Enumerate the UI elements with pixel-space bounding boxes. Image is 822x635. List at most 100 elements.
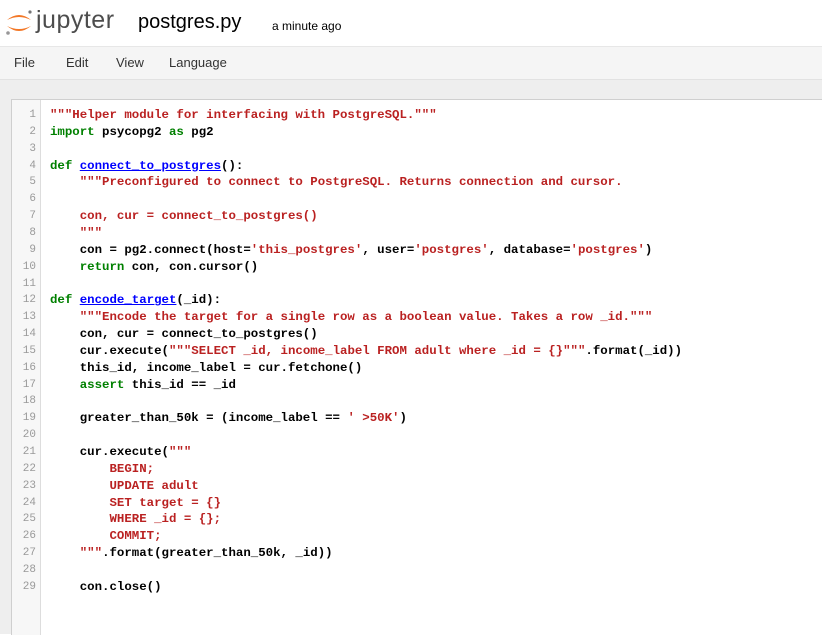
- line-number: 29: [22, 580, 36, 593]
- line-number: 21: [22, 446, 36, 458]
- code-line[interactable]: 22 BEGIN;: [12, 461, 822, 477]
- code-token: UPDATE adult: [50, 478, 199, 493]
- code-text: con, cur = connect_to_postgres(): [50, 326, 318, 342]
- code-text: this_id, income_label = cur.fetchone(): [50, 360, 363, 376]
- code-line[interactable]: 19 greater_than_50k = (income_label == '…: [12, 410, 822, 426]
- menu-language[interactable]: Language: [169, 55, 227, 70]
- line-number: 4: [29, 159, 36, 172]
- code-line[interactable]: 6: [12, 191, 822, 207]
- code-editor[interactable]: 1 """Helper module for interfacing with P…: [11, 99, 822, 635]
- line-number: 28: [22, 563, 36, 576]
- code-token: con, cur = connect_to_postgres(): [50, 209, 318, 224]
- code-token: greater_than_50k = (income_label ==: [50, 411, 348, 426]
- code-line[interactable]: 26 COMMIT;: [12, 528, 822, 544]
- code-line[interactable]: 29 con.close(): [12, 579, 822, 595]
- line-number: 17: [22, 378, 36, 391]
- code-text: """: [50, 225, 102, 241]
- code-text: con = pg2.connect(host='this_postgres' , …: [50, 242, 653, 258]
- code-token: this_id, income_label = cur.fetchone(): [50, 360, 363, 375]
- line-number: 16: [22, 361, 36, 374]
- code-line[interactable]: 7 con, cur = connect_to_postgres(): [12, 208, 822, 224]
- code-token: def: [50, 158, 73, 173]
- code-text: def encode_target(_id):: [50, 292, 221, 308]
- code-token: cur.execute(: [50, 445, 169, 459]
- code-line[interactable]: 5 """Preconfigured to connect to Postgre…: [12, 174, 822, 190]
- code-line[interactable]: 14 con, cur = connect_to_postgres(): [12, 326, 822, 342]
- code-line[interactable]: 4 def connect_to_postgres():: [12, 158, 822, 174]
- code-token: import: [50, 124, 95, 139]
- code-line[interactable]: 16 this_id, income_label = cur.fetchone(…: [12, 360, 822, 376]
- menu-edit[interactable]: Edit: [66, 55, 88, 70]
- code-token: assert: [79, 377, 125, 392]
- code-line[interactable]: 1 """Helper module for interfacing with P…: [12, 107, 822, 123]
- code-token: (_id):: [176, 293, 222, 308]
- code-token: """Encode the target for a single row as…: [79, 310, 653, 325]
- code-token: as: [168, 124, 184, 139]
- header: jupyter postgres.py a minute ago: [0, 0, 822, 44]
- code-text: cur.execute(""": [50, 444, 192, 460]
- code-line[interactable]: 20: [12, 427, 822, 443]
- code-line[interactable]: 10 return con, con.cursor(): [12, 259, 822, 275]
- line-number: 3: [29, 142, 36, 155]
- code-line[interactable]: 2 import psycopg2 as pg2: [12, 124, 822, 140]
- document-title[interactable]: postgres.py: [138, 11, 241, 34]
- code-token: cur.execute(: [50, 343, 169, 358]
- code-text: con.close(): [50, 579, 162, 595]
- logo-text[interactable]: jupyter: [36, 6, 115, 35]
- code-line[interactable]: 17 assert this_id == _id: [12, 377, 822, 393]
- code-line[interactable]: 11: [12, 276, 822, 292]
- code-token: ): [644, 242, 653, 257]
- menu-bar: File Edit View Language: [0, 46, 822, 80]
- menu-file[interactable]: File: [14, 55, 35, 70]
- code-line[interactable]: 28: [12, 562, 822, 578]
- code-token: 'this_postgres': [250, 242, 363, 257]
- code-text: """Helper module for interfacing with Po…: [50, 107, 437, 123]
- code-line[interactable]: 25 WHERE _id = {};: [12, 511, 822, 527]
- code-token: , database=: [488, 242, 571, 257]
- line-number: 12: [22, 294, 36, 307]
- code-line[interactable]: 8 """: [12, 225, 822, 241]
- code-token: connect_to_postgres: [79, 158, 222, 173]
- code-token: con = pg2.connect(host=: [50, 242, 251, 257]
- line-number: 11: [22, 277, 36, 290]
- line-number: 1: [29, 109, 36, 121]
- line-number: 18: [22, 395, 36, 408]
- code-line[interactable]: 18: [12, 393, 822, 409]
- code-line[interactable]: 27 """.format(greater_than_50k, _id)): [12, 545, 822, 561]
- line-number: 20: [22, 429, 36, 442]
- code-token: pg2: [183, 124, 214, 139]
- code-text: return con, con.cursor(): [50, 259, 258, 275]
- code-token: BEGIN;: [50, 461, 155, 476]
- code-line[interactable]: 21 cur.execute(""": [12, 444, 822, 460]
- line-number: 19: [22, 412, 36, 425]
- code-text: cur.execute("""SELECT _id, income_label …: [50, 343, 682, 359]
- line-number: 14: [22, 328, 36, 341]
- code-line[interactable]: 23 UPDATE adult: [12, 478, 822, 494]
- code-line[interactable]: 9 con = pg2.connect(host='this_postgres'…: [12, 242, 822, 258]
- code-token: psycopg2: [94, 124, 169, 139]
- code-token: def: [50, 293, 73, 308]
- code-line[interactable]: 12 def encode_target(_id):: [12, 292, 822, 308]
- code-token: return: [79, 259, 125, 274]
- line-number: 27: [22, 547, 36, 560]
- code-line[interactable]: 3: [12, 141, 822, 157]
- line-number: 26: [22, 530, 36, 543]
- code-token: 'postgres': [570, 242, 645, 257]
- code-line[interactable]: 24 SET target = {}: [12, 495, 822, 511]
- line-number: 24: [22, 496, 36, 509]
- code-token: """: [50, 546, 103, 561]
- code-line[interactable]: 15 cur.execute("""SELECT _id, income_lab…: [12, 343, 822, 359]
- code-line[interactable]: 13 """Encode the target for a single row…: [12, 309, 822, 325]
- line-number: 6: [29, 193, 36, 206]
- code-token: """Preconfigured to connect to PostgreSQ…: [79, 175, 623, 190]
- code-text: """Encode the target for a single row as…: [50, 309, 653, 325]
- jupyter-logo-icon[interactable]: [4, 8, 34, 36]
- line-number: 22: [22, 462, 36, 475]
- menu-view[interactable]: View: [116, 55, 144, 70]
